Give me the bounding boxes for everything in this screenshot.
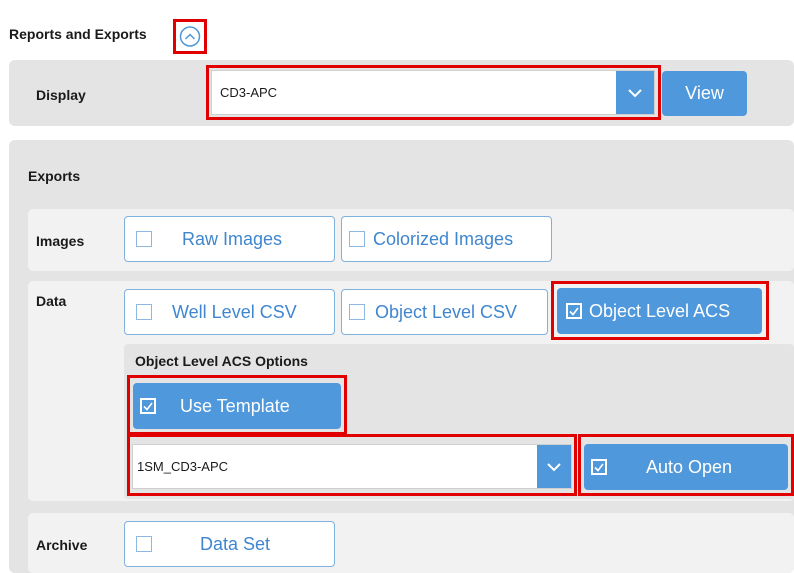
auto-open-toggle[interactable]: Auto Open [584, 444, 788, 490]
colorized-images-label: Colorized Images [373, 228, 514, 249]
section-title: Reports and Exports [9, 26, 147, 42]
data-set-checkbox[interactable] [136, 536, 152, 552]
display-dropdown[interactable]: CD3-APC [211, 70, 655, 115]
display-label: Display [36, 87, 86, 103]
archive-label: Archive [36, 537, 88, 553]
object-level-csv-label: Object Level CSV [375, 301, 518, 322]
auto-open-checkbox[interactable] [591, 459, 607, 475]
acs-options-title: Object Level ACS Options [135, 353, 308, 369]
display-dropdown-button[interactable] [616, 71, 654, 114]
colorized-images-toggle[interactable]: Colorized Images [341, 216, 552, 262]
view-button-label: View [685, 83, 724, 103]
raw-images-checkbox[interactable] [136, 231, 152, 247]
chevron-down-icon [628, 88, 642, 97]
view-button[interactable]: View [662, 71, 747, 116]
use-template-checkbox[interactable] [140, 398, 156, 414]
data-label: Data [36, 293, 67, 309]
checkmark-icon [594, 463, 604, 472]
template-dropdown-button[interactable] [537, 445, 571, 488]
images-label: Images [36, 233, 85, 249]
object-level-acs-toggle[interactable]: Object Level ACS [557, 288, 762, 334]
raw-images-toggle[interactable]: Raw Images [124, 216, 335, 262]
chevron-up-circle-icon [179, 26, 201, 47]
display-selected-value: CD3-APC [220, 85, 278, 100]
data-set-toggle[interactable]: Data Set [124, 521, 335, 567]
checkmark-icon [569, 307, 579, 316]
well-level-csv-checkbox[interactable] [136, 304, 152, 320]
chevron-down-icon [547, 462, 561, 471]
object-level-csv-checkbox[interactable] [349, 304, 365, 320]
object-level-acs-label: Object Level ACS [589, 300, 731, 321]
data-set-label: Data Set [200, 533, 271, 554]
template-dropdown[interactable]: 1SM_CD3-APC [132, 444, 572, 489]
exports-title: Exports [28, 168, 81, 184]
colorized-images-checkbox[interactable] [349, 231, 365, 247]
auto-open-label: Auto Open [646, 456, 733, 477]
object-level-acs-checkbox[interactable] [566, 303, 582, 319]
collapse-button[interactable] [173, 19, 207, 54]
use-template-toggle[interactable]: Use Template [133, 383, 341, 429]
template-selected-value: 1SM_CD3-APC [137, 459, 229, 474]
raw-images-label: Raw Images [182, 228, 283, 249]
checkmark-icon [143, 402, 153, 411]
use-template-label: Use Template [180, 395, 290, 416]
well-level-csv-label: Well Level CSV [172, 301, 297, 322]
well-level-csv-toggle[interactable]: Well Level CSV [124, 289, 335, 335]
object-level-csv-toggle[interactable]: Object Level CSV [341, 289, 548, 335]
